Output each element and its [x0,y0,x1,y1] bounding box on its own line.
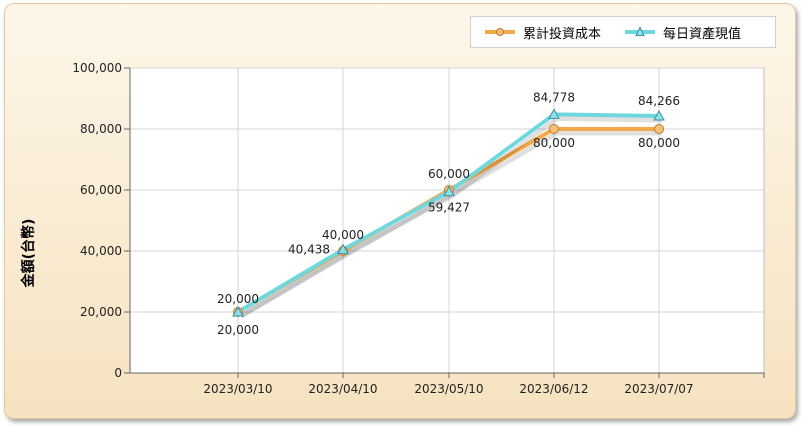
y-tick-label: 0 [114,366,122,380]
x-tick-label: 2023/04/10 [308,382,377,396]
x-tick-label: 2023/06/12 [519,382,588,396]
cost-data-label: 60,000 [428,167,470,181]
cost-data-label: 80,000 [533,136,575,150]
legend-label-value: 每日資產現值 [663,26,742,42]
value-data-label: 84,266 [638,94,680,108]
y-tick-label: 100,000 [72,61,122,75]
value-data-label: 84,778 [533,90,575,104]
legend-label-cost: 累計投資成本 [523,26,602,42]
x-tick-label: 2023/05/10 [414,382,483,396]
line-chart: 0 20,000 40,000 60,000 80,000 100,000 2023/03/… [72,61,765,396]
value-data-label: 20,000 [217,323,259,337]
value-data-label: 40,438 [288,243,330,257]
y-tick-label: 20,000 [80,305,122,319]
cost-data-label: 40,000 [322,228,364,242]
y-tick-label: 40,000 [80,244,122,258]
y-tick-label: 80,000 [80,122,122,136]
cost-point-marker [654,124,664,134]
legend: 累計投資成本 每日資產現值 [470,16,776,48]
cost-point-marker [549,124,559,134]
value-data-label: 59,427 [428,201,470,215]
legend-line-triangle-icon [625,26,656,36]
x-tick-label: 2023/03/10 [203,382,272,396]
legend-line-circle-icon [485,28,515,36]
cost-data-label: 20,000 [217,292,259,306]
y-tick-label: 60,000 [80,183,122,197]
y-axis-label: 金額(台幣) [21,218,37,288]
cost-data-label: 80,000 [638,136,680,150]
legend-item-cost[interactable]: 累計投資成本 [483,23,601,42]
legend-item-value[interactable]: 每日資產現值 [623,23,741,42]
x-tick-label: 2023/07/07 [624,382,693,396]
